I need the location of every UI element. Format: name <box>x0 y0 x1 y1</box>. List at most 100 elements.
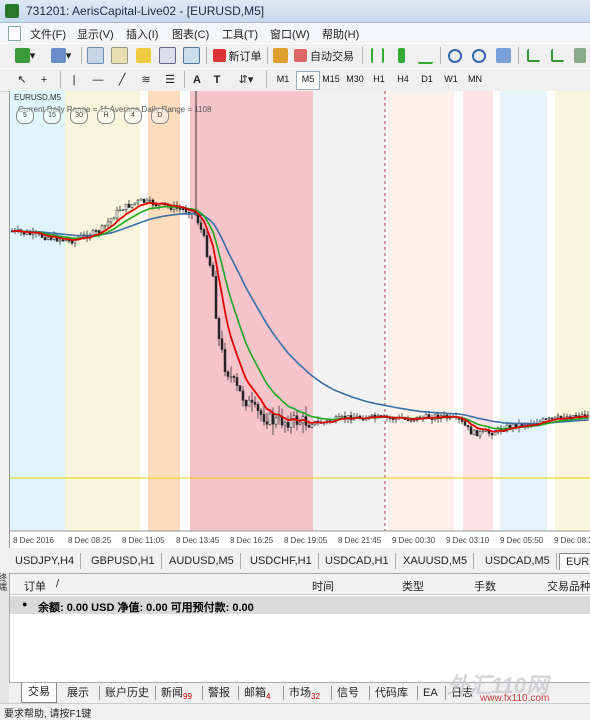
candle-body <box>118 209 122 212</box>
candle-body <box>58 239 62 242</box>
tab-signals[interactable]: 信号 <box>337 685 359 701</box>
zoom-in-icon <box>448 48 462 63</box>
menu-file[interactable]: 文件(F) <box>30 26 66 42</box>
session-button-d[interactable]: D <box>151 108 169 124</box>
cursor-button[interactable]: ↖ <box>14 71 30 88</box>
candle-body <box>244 400 248 407</box>
balance-row[interactable]: ● 余额: 0.00 USD 净值: 0.00 可用预付款: 0.00 <box>10 596 590 614</box>
document-icon <box>8 26 21 41</box>
menu-window[interactable]: 窗口(W) <box>270 26 310 42</box>
horizontal-line-button[interactable]: — <box>90 71 106 88</box>
menu-tools[interactable]: 工具(T) <box>222 26 258 42</box>
timeframe-d1[interactable]: D1 <box>416 71 438 88</box>
candle-body <box>265 421 269 425</box>
chart-shift-button[interactable] <box>524 47 542 64</box>
column-type[interactable]: 类型 <box>402 578 424 594</box>
x-axis-label: 9 Dec 00:30 <box>392 536 436 545</box>
session-button-4[interactable]: 4 <box>124 108 142 124</box>
candle-body <box>112 217 116 220</box>
chart-tab-usdjpy-h4[interactable]: USDJPY,H4 <box>9 553 82 569</box>
price-chart[interactable] <box>10 91 590 548</box>
tab-experts[interactable]: EA <box>423 685 438 701</box>
tile-windows-button[interactable] <box>494 47 512 64</box>
chart-tab-usdcad-h1[interactable]: USDCAD,H1 <box>319 553 396 569</box>
tab-mailbox[interactable]: 邮箱4 <box>244 685 270 701</box>
text-label-button[interactable]: T <box>210 71 224 88</box>
menu-insert[interactable]: 插入(I) <box>126 26 158 42</box>
column-symbol[interactable]: 交易品种 <box>547 578 590 594</box>
timeframe-m30[interactable]: M30 <box>344 71 366 88</box>
session-button-h[interactable]: H <box>97 108 115 124</box>
candle-body <box>106 221 110 226</box>
tab-code-base[interactable]: 代码库 <box>375 685 408 701</box>
candle-body <box>154 204 158 207</box>
auto-scroll-button[interactable] <box>548 47 566 64</box>
channel-button[interactable]: ≋ <box>138 71 154 88</box>
column-sort[interactable]: / <box>56 578 59 590</box>
new-order-button[interactable]: 新订单 <box>211 47 263 64</box>
data-window-button[interactable] <box>134 47 152 64</box>
chart-tab-usdchf-h1[interactable]: USDCHF,H1 <box>244 553 319 569</box>
tab-exposure[interactable]: 展示 <box>67 685 89 701</box>
candle-body <box>208 256 212 266</box>
tab-market[interactable]: 市场32 <box>289 685 320 701</box>
new-order-label: 新订单 <box>228 50 262 63</box>
drawing-toolbar: ↖ + | — ╱ ≋ ☰ A T ⇵▾ M1 M5 M15 M30 H1 H4… <box>0 68 590 92</box>
auto-trading-button[interactable]: 自动交易 <box>293 47 355 64</box>
tab-account-history[interactable]: 账户历史 <box>105 685 149 701</box>
candle-body <box>109 218 113 223</box>
tab-news[interactable]: 新闻99 <box>161 685 192 701</box>
tester-button[interactable] <box>182 47 200 64</box>
candle-body <box>256 404 260 411</box>
candle-body <box>205 235 209 257</box>
bar-chart-button[interactable] <box>368 47 386 64</box>
terminal-button[interactable] <box>158 47 176 64</box>
session-button-5[interactable]: 5 <box>16 108 34 124</box>
timeframe-m5[interactable]: M5 <box>296 71 320 90</box>
line-chart-button[interactable] <box>416 47 434 64</box>
column-time[interactable]: 时间 <box>312 578 334 594</box>
zoom-out-button[interactable] <box>470 47 488 64</box>
trendline-button[interactable]: ╱ <box>114 71 130 88</box>
menu-help[interactable]: 帮助(H) <box>322 26 359 42</box>
chart-tab-gbpusd-h1[interactable]: GBPUSD,H1 <box>85 553 162 569</box>
menu-charts[interactable]: 图表(C) <box>172 26 209 42</box>
zoom-in-button[interactable] <box>446 47 464 64</box>
tab-alerts[interactable]: 警报 <box>208 685 230 701</box>
column-order[interactable]: 订单 <box>24 578 46 594</box>
chart-window[interactable]: EURUSD,M5 Current Daily Range = 11 Avera… <box>9 91 590 548</box>
candle-body <box>442 414 446 417</box>
candlestick-button[interactable] <box>392 47 410 64</box>
session-button-30[interactable]: 30 <box>70 108 88 124</box>
candle-body <box>61 239 65 242</box>
timeframe-m1[interactable]: M1 <box>272 71 294 88</box>
timeframe-h4[interactable]: H4 <box>392 71 414 88</box>
chart-tab-usdcad-m5[interactable]: USDCAD,M5 <box>479 553 557 569</box>
timeframe-m15[interactable]: M15 <box>320 71 342 88</box>
status-bar: 要求帮助, 请按F1键 <box>0 703 590 720</box>
timeframe-mn[interactable]: MN <box>464 71 486 88</box>
tab-trade[interactable]: 交易 <box>21 683 57 703</box>
new-chart-button[interactable]: ▾ <box>10 47 40 64</box>
market-watch-button[interactable] <box>86 47 104 64</box>
chart-tab-audusd-m5[interactable]: AUDUSD,M5 <box>163 553 241 569</box>
arrows-button[interactable]: ⇵▾ <box>234 71 258 88</box>
text-label-icon: T <box>213 73 221 86</box>
crosshair-button[interactable]: + <box>36 71 52 88</box>
profiles-button[interactable]: ▾ <box>46 47 76 64</box>
session-button-15[interactable]: 15 <box>43 108 61 124</box>
indicators-button[interactable] <box>572 47 588 64</box>
timeframe-h1[interactable]: H1 <box>368 71 390 88</box>
fibonacci-button[interactable]: ☰ <box>162 71 178 88</box>
metaeditor-button[interactable] <box>271 47 289 64</box>
timeframe-w1[interactable]: W1 <box>440 71 462 88</box>
navigator-button[interactable] <box>110 47 128 64</box>
text-button[interactable]: A <box>190 71 204 88</box>
x-axis-label: 9 Dec 03:10 <box>446 536 490 545</box>
chart-tab-xauusd-m5[interactable]: XAUUSD,M5 <box>397 553 475 569</box>
menu-view[interactable]: 显示(V) <box>77 26 114 42</box>
column-lots[interactable]: 手数 <box>474 578 496 594</box>
chart-tab-eurusd-m5[interactable]: EURU <box>559 553 590 570</box>
candle-body <box>271 413 275 425</box>
vertical-line-button[interactable]: | <box>66 71 82 88</box>
